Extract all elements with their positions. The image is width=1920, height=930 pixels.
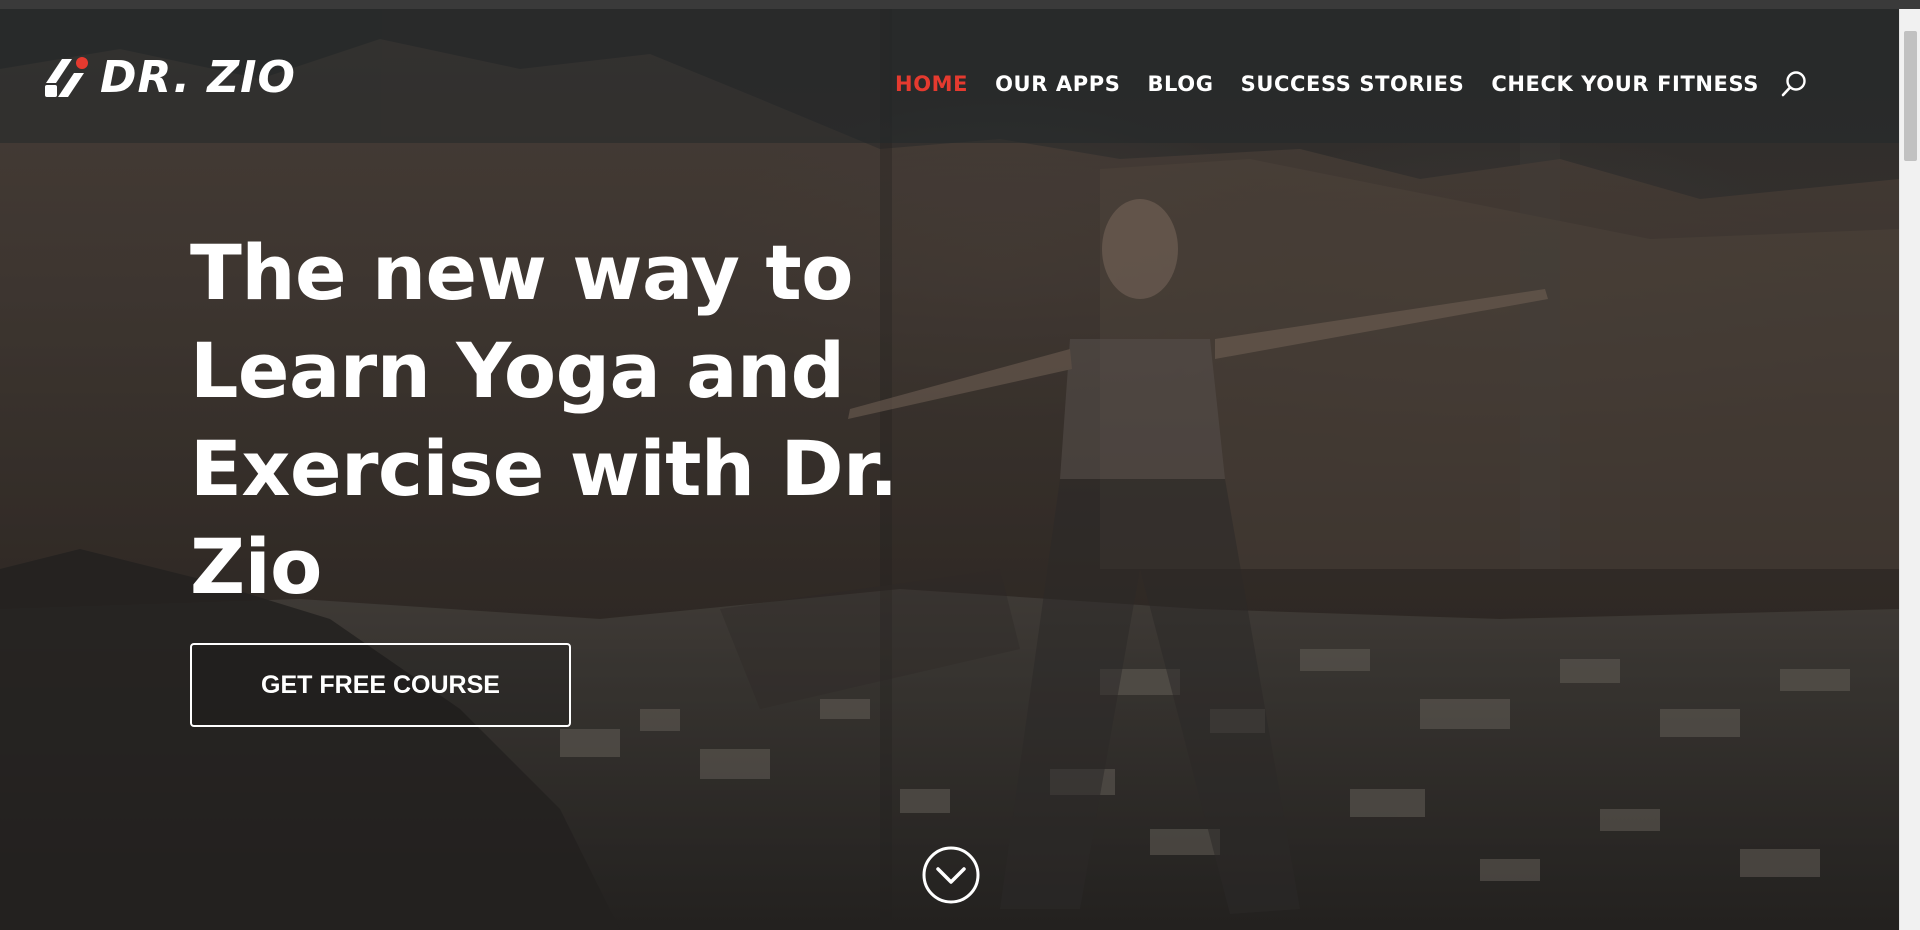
browser-top-border bbox=[0, 0, 1920, 9]
nav-item-home[interactable]: HOME bbox=[895, 72, 968, 96]
logo-text: DR. ZIO bbox=[100, 51, 296, 103]
nav-item-our-apps[interactable]: OUR APPS bbox=[995, 72, 1120, 96]
chevron-down-circle-icon[interactable] bbox=[921, 845, 981, 905]
nav-item-success-stories[interactable]: SUCCESS STORIES bbox=[1241, 72, 1465, 96]
search-icon[interactable] bbox=[1779, 69, 1809, 99]
logo[interactable]: DR. ZIO bbox=[42, 51, 296, 103]
page-scrollbar[interactable] bbox=[1899, 9, 1920, 930]
hero-section: DR. ZIO HOME OUR APPS BLOG SUCCESS STORI… bbox=[0, 9, 1899, 930]
main-nav: HOME OUR APPS BLOG SUCCESS STORIES CHECK… bbox=[868, 69, 1809, 99]
logo-icon bbox=[45, 57, 88, 97]
nav-item-blog[interactable]: BLOG bbox=[1147, 72, 1213, 96]
get-free-course-button[interactable]: GET FREE COURSE bbox=[190, 643, 571, 727]
hero-headline: The new way to Learn Yoga and Exercise w… bbox=[190, 228, 898, 611]
scrollbar-thumb[interactable] bbox=[1904, 31, 1917, 161]
site-header: DR. ZIO HOME OUR APPS BLOG SUCCESS STORI… bbox=[0, 9, 1899, 143]
nav-item-check-your-fitness[interactable]: CHECK YOUR FITNESS bbox=[1491, 72, 1759, 96]
